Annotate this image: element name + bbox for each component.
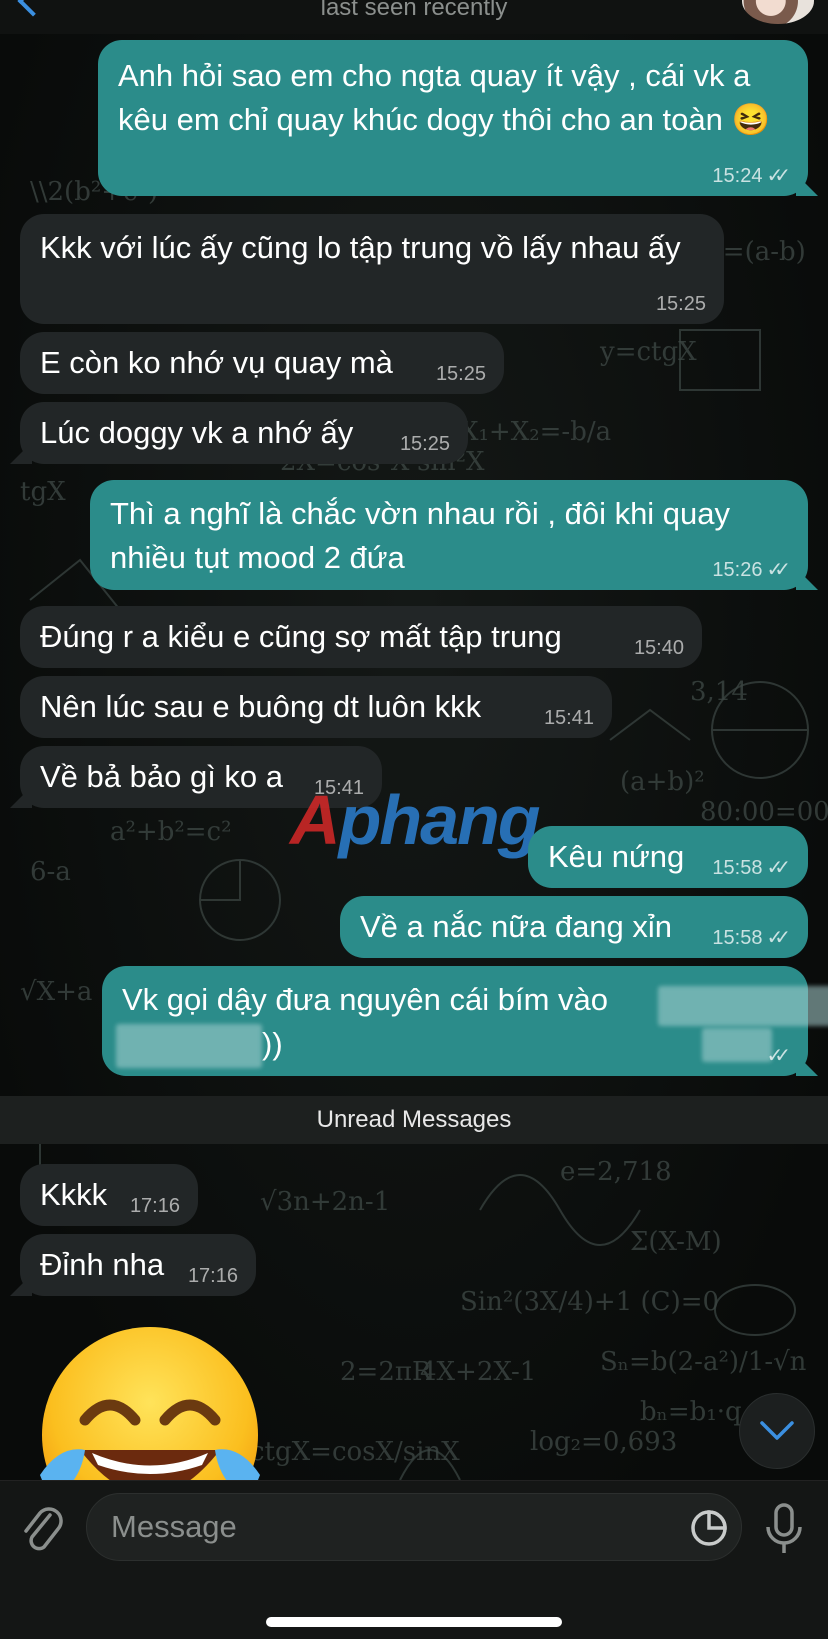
last-seen-status: last seen recently [320,0,508,21]
read-ticks-icon: ✓✓ [766,165,790,187]
message-text: Lúc doggy vk a nhớ ấy [40,415,354,450]
read-ticks-icon: ✓✓ [766,857,790,879]
message-time: 15:26 [712,559,763,581]
svg-text:X₁+X₂=-b/a: X₁+X₂=-b/a [460,417,611,447]
svg-text:√3n+2n-1: √3n+2n-1 [260,1187,390,1217]
scroll-down-button[interactable] [739,1393,815,1469]
message-text: Anh hỏi sao em cho ngta quay ít vậy , cá… [118,58,771,137]
message-incoming[interactable]: Nên lúc sau e buông dt luôn kkk 15:41 [20,676,612,738]
svg-text:2=2πR: 2=2πR [340,1357,433,1387]
message-time: 15:40 [633,637,684,659]
svg-text:bₙ=b₁·q: bₙ=b₁·q [640,1397,742,1427]
microphone-icon[interactable] [762,1501,806,1557]
message-outgoing[interactable]: Thì a nghĩ là chắc vờn nhau rồi , đôi kh… [90,480,808,590]
svg-text:ctgX=cosX/sinX: ctgX=cosX/sinX [250,1437,460,1467]
message-text: E còn ko nhớ vụ quay mà [40,345,393,380]
tears-of-joy-emoji-sticker[interactable] [30,1325,270,1500]
message-time: 17:16 [187,1265,238,1287]
message-time: 15:58 [712,927,763,949]
message-incoming[interactable]: Kkkk 17:16 [20,1164,198,1226]
message-time: 15:58 [712,857,763,879]
svg-text:y=ctgX: y=ctgX [599,337,697,367]
message-outgoing[interactable]: Kêu nứng 15:58 ✓✓ [528,826,808,888]
read-ticks-icon: ✓✓ [766,559,790,581]
chevron-down-icon [760,1421,794,1440]
message-time: 15:25 [655,293,706,315]
message-time: 15:41 [543,707,594,729]
paperclip-icon[interactable] [20,1501,64,1557]
svg-text:a²+b²=c²: a²+b²=c² [110,817,232,847]
message-incoming[interactable]: Lúc doggy vk a nhớ ấy 15:25 [20,402,468,464]
svg-text:(a+b)²: (a+b)² [620,767,705,797]
message-time: 17:16 [129,1195,180,1217]
read-ticks-icon: ✓✓ [766,1045,790,1067]
svg-text:tgX: tgX [20,477,66,507]
message-outgoing[interactable]: Vk gọi dậy đưa nguyên cái bím vào )) ✓✓ [102,966,828,1076]
message-text: Đúng r a kiểu e cũng sợ mất tập trung [40,619,562,654]
message-outgoing[interactable]: Anh hỏi sao em cho ngta quay ít vậy , cá… [98,40,808,196]
svg-text:log₂=0,693: log₂=0,693 [530,1427,677,1457]
svg-text:3,14: 3,14 [690,677,748,707]
message-time: 15:25 [435,363,486,385]
watermark-logo: Aphang [290,781,541,859]
message-text: Nên lúc sau e buông dt luôn kkk [40,689,482,724]
message-text: Kkk với lúc ấy cũng lo tập trung vồ lấy … [40,230,681,265]
message-time: 15:25 [399,433,450,455]
message-incoming[interactable]: Kkk với lúc ấy cũng lo tập trung vồ lấy … [20,214,724,324]
read-ticks-icon: ✓✓ [766,927,790,949]
svg-text:Sin²(3X/4)+1 (C)=0: Sin²(3X/4)+1 (C)=0 [460,1287,719,1317]
home-indicator [266,1617,562,1627]
message-outgoing[interactable]: Về a nắc nữa đang xỉn 15:58 ✓✓ [340,896,808,958]
chat-header: last seen recently [0,0,828,34]
censored-block [116,1024,262,1068]
message-input-bar: Message [0,1480,828,1639]
svg-text:e=2,718: e=2,718 [560,1157,672,1187]
svg-text:√X+a: √X+a [20,977,92,1007]
message-time: 15:24 [712,165,763,187]
svg-text:Sₙ=b(2-a²)/1-√n: Sₙ=b(2-a²)/1-√n [600,1347,807,1377]
unread-divider: Unread Messages [0,1096,828,1144]
svg-text:Σ(X-M): Σ(X-M) [630,1227,722,1257]
tears-of-joy-icon [40,1327,260,1500]
svg-text:6-a: 6-a [30,857,71,887]
message-incoming[interactable]: Đúng r a kiểu e cũng sợ mất tập trung 15… [20,606,702,668]
sticker-icon[interactable] [689,1508,729,1548]
message-placeholder: Message [111,1509,237,1544]
message-incoming[interactable]: E còn ko nhớ vụ quay mà 15:25 [20,332,504,394]
message-text: Thì a nghĩ là chắc vờn nhau rồi , đôi kh… [110,496,731,575]
svg-text:4X+2X-1: 4X+2X-1 [420,1357,536,1387]
message-incoming[interactable]: Đỉnh nha 17:16 [20,1234,256,1296]
svg-text:80:00=00: 80:00=00 [700,797,828,827]
message-input[interactable]: Message [86,1493,742,1561]
censored-block [658,986,828,1026]
